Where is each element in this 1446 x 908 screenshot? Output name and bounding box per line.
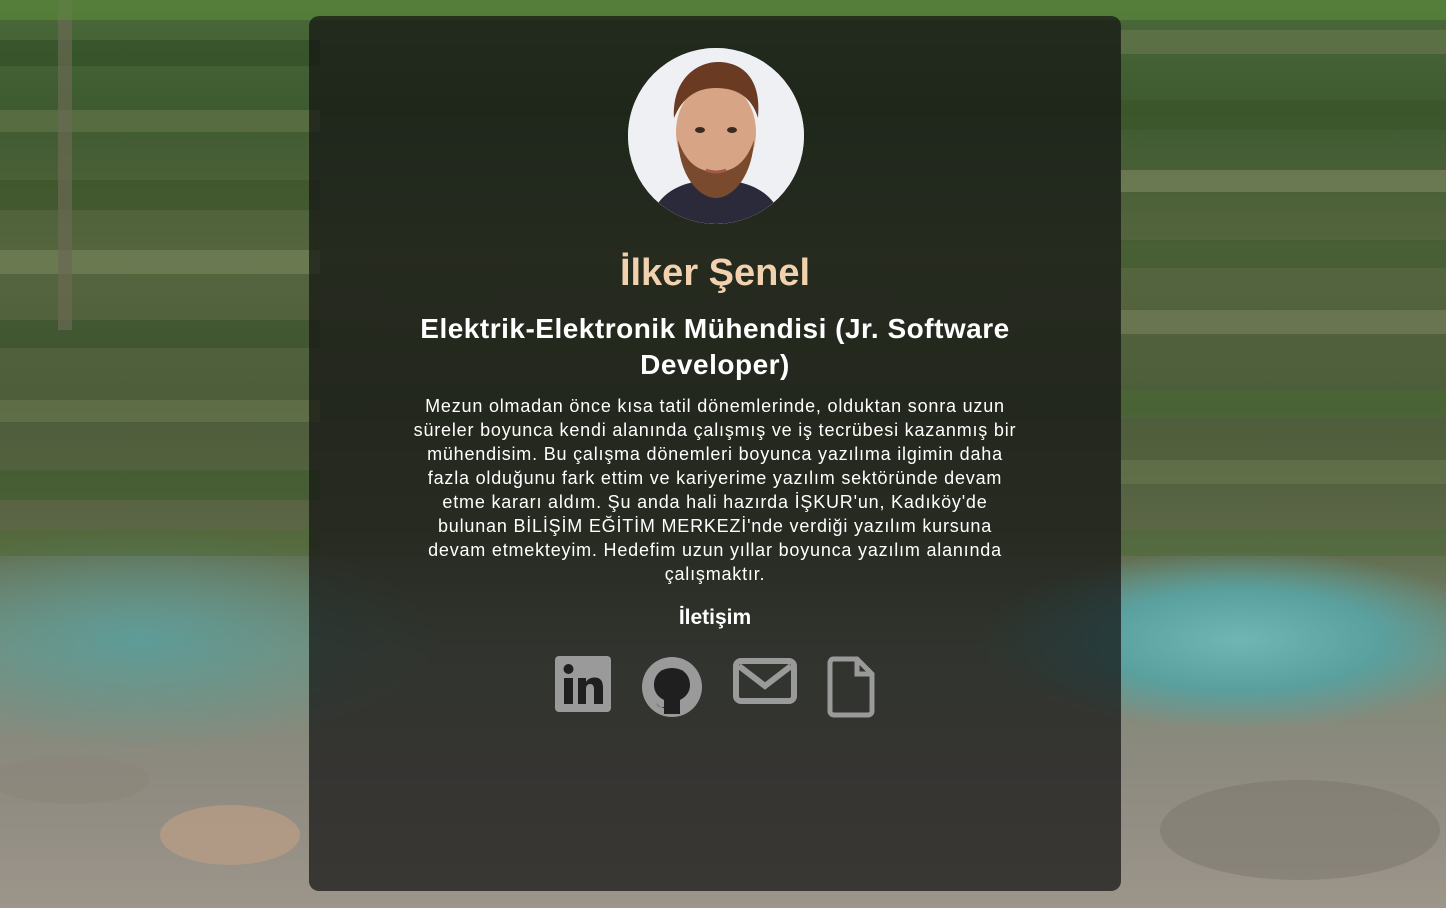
github-link[interactable] (641, 656, 703, 718)
linkedin-link[interactable] (555, 656, 611, 718)
github-icon (642, 657, 702, 717)
profile-name: İlker Şenel (619, 252, 811, 294)
contact-heading: İletişim (678, 606, 752, 629)
linkedin-icon (555, 656, 611, 712)
profile-bio: Mezun olmadan önce kısa tatil dönemlerin… (413, 396, 1017, 584)
profile-card: İlker Şenel Elektrik-Elektronik Mühendis… (309, 16, 1121, 891)
contact-links (309, 656, 1121, 718)
avatar (628, 48, 804, 224)
envelope-icon (733, 658, 797, 704)
cv-link[interactable] (827, 656, 875, 718)
email-link[interactable] (733, 656, 797, 718)
file-icon (827, 656, 875, 718)
profile-title: Elektrik-Elektronik Mühendisi (Jr. Softw… (420, 313, 1010, 380)
